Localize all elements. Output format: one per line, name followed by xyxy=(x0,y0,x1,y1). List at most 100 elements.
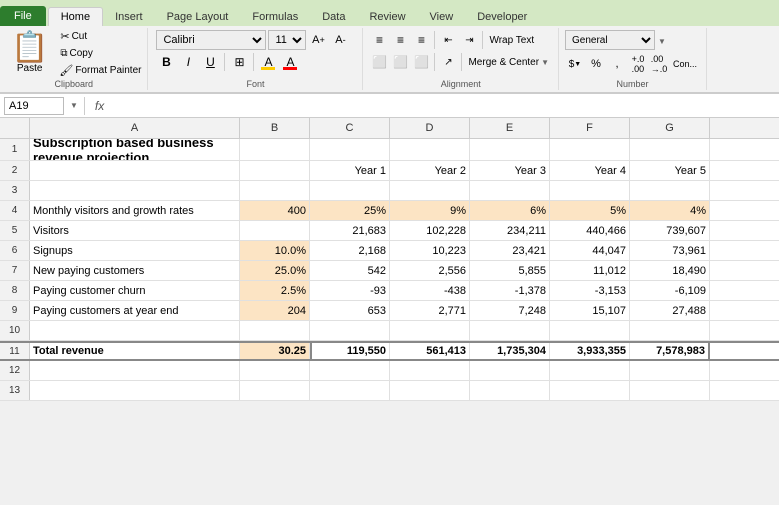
cell-c13[interactable] xyxy=(310,381,390,400)
merge-center-button[interactable]: Merge & Center ▼ xyxy=(465,56,552,69)
cell-d13[interactable] xyxy=(390,381,470,400)
cell-d4[interactable]: 9% xyxy=(390,201,470,220)
copy-button[interactable]: ⧉ Copy xyxy=(57,47,143,60)
cell-a3[interactable] xyxy=(30,181,240,200)
decrease-decimal-button[interactable]: +.0.00 xyxy=(628,54,648,74)
cell-b7[interactable]: 25.0% xyxy=(240,261,310,280)
cell-e10[interactable] xyxy=(470,321,550,340)
font-size-select[interactable]: 11 xyxy=(268,30,306,50)
cell-c11[interactable]: 119,550 xyxy=(310,343,390,359)
decrease-font-button[interactable]: A- xyxy=(330,30,350,50)
cell-c12[interactable] xyxy=(310,361,390,380)
cell-g12[interactable] xyxy=(630,361,710,380)
cell-f8[interactable]: -3,153 xyxy=(550,281,630,300)
cell-d6[interactable]: 10,223 xyxy=(390,241,470,260)
tab-home[interactable]: Home xyxy=(48,7,103,26)
cell-f3[interactable] xyxy=(550,181,630,200)
cell-f7[interactable]: 11,012 xyxy=(550,261,630,280)
cell-e5[interactable]: 234,211 xyxy=(470,221,550,240)
cell-e7[interactable]: 5,855 xyxy=(470,261,550,280)
tab-view[interactable]: View xyxy=(418,8,466,26)
cell-f6[interactable]: 44,047 xyxy=(550,241,630,260)
tab-file[interactable]: File xyxy=(0,6,46,26)
bold-button[interactable]: B xyxy=(156,52,176,72)
cell-g10[interactable] xyxy=(630,321,710,340)
cell-reference-box[interactable]: A19 xyxy=(4,97,64,115)
cell-g7[interactable]: 18,490 xyxy=(630,261,710,280)
align-top-center-button[interactable]: ≡ xyxy=(390,30,410,50)
cell-b10[interactable] xyxy=(240,321,310,340)
fill-color-button[interactable]: A xyxy=(258,52,278,72)
orientation-button[interactable]: ↗ xyxy=(438,52,458,72)
cell-a10[interactable] xyxy=(30,321,240,340)
cell-b1[interactable] xyxy=(240,139,310,160)
cell-e11[interactable]: 1,735,304 xyxy=(470,343,550,359)
percent-button[interactable]: % xyxy=(586,54,606,74)
cell-e9[interactable]: 7,248 xyxy=(470,301,550,320)
cell-a4[interactable]: Monthly visitors and growth rates xyxy=(30,201,240,220)
cell-b9[interactable]: 204 xyxy=(240,301,310,320)
cell-ref-dropdown-icon[interactable]: ▼ xyxy=(70,101,78,110)
cell-g6[interactable]: 73,961 xyxy=(630,241,710,260)
tab-review[interactable]: Review xyxy=(357,8,417,26)
cell-c1[interactable] xyxy=(310,139,390,160)
cell-d10[interactable] xyxy=(390,321,470,340)
cell-d1[interactable] xyxy=(390,139,470,160)
italic-button[interactable]: I xyxy=(178,52,198,72)
col-header-f[interactable]: F xyxy=(550,118,630,138)
wrap-text-button[interactable]: Wrap Text xyxy=(486,34,537,47)
comma-button[interactable]: , xyxy=(607,54,627,74)
cell-g4[interactable]: 4% xyxy=(630,201,710,220)
cell-d8[interactable]: -438 xyxy=(390,281,470,300)
cell-d5[interactable]: 102,228 xyxy=(390,221,470,240)
col-header-g[interactable]: G xyxy=(630,118,710,138)
cell-b12[interactable] xyxy=(240,361,310,380)
cell-b3[interactable] xyxy=(240,181,310,200)
cell-d2[interactable]: Year 2 xyxy=(390,161,470,180)
cell-a2[interactable] xyxy=(30,161,240,180)
paste-button[interactable]: 📋 Paste xyxy=(4,30,55,76)
cell-g13[interactable] xyxy=(630,381,710,400)
cell-b5[interactable] xyxy=(240,221,310,240)
cell-e12[interactable] xyxy=(470,361,550,380)
cell-g8[interactable]: -6,109 xyxy=(630,281,710,300)
tab-page-layout[interactable]: Page Layout xyxy=(155,8,241,26)
cell-f10[interactable] xyxy=(550,321,630,340)
cell-f4[interactable]: 5% xyxy=(550,201,630,220)
cell-c5[interactable]: 21,683 xyxy=(310,221,390,240)
cell-c6[interactable]: 2,168 xyxy=(310,241,390,260)
cell-g5[interactable]: 739,607 xyxy=(630,221,710,240)
cell-f9[interactable]: 15,107 xyxy=(550,301,630,320)
align-center-button[interactable]: ⬜ xyxy=(390,52,410,72)
cell-g11[interactable]: 7,578,983 xyxy=(630,343,710,359)
cut-button[interactable]: ✂ Cut xyxy=(57,29,143,44)
cell-b11[interactable]: 30.25 xyxy=(240,343,310,359)
tab-developer[interactable]: Developer xyxy=(465,8,539,26)
cell-a6[interactable]: Signups xyxy=(30,241,240,260)
formula-input[interactable] xyxy=(112,100,775,112)
cell-d7[interactable]: 2,556 xyxy=(390,261,470,280)
cell-a5[interactable]: Visitors xyxy=(30,221,240,240)
indent-decrease-button[interactable]: ⇤ xyxy=(438,30,458,50)
cell-e13[interactable] xyxy=(470,381,550,400)
cell-g3[interactable] xyxy=(630,181,710,200)
increase-font-button[interactable]: A+ xyxy=(308,30,328,50)
increase-decimal-button[interactable]: .00→.0 xyxy=(649,54,669,74)
cell-c4[interactable]: 25% xyxy=(310,201,390,220)
cell-f1[interactable] xyxy=(550,139,630,160)
cell-a7[interactable]: New paying customers xyxy=(30,261,240,280)
font-color-button[interactable]: A xyxy=(280,52,300,72)
tab-formulas[interactable]: Formulas xyxy=(240,8,310,26)
tab-insert[interactable]: Insert xyxy=(103,8,155,26)
cell-c8[interactable]: -93 xyxy=(310,281,390,300)
cell-c10[interactable] xyxy=(310,321,390,340)
currency-button[interactable]: $▼ xyxy=(565,54,585,74)
cell-a13[interactable] xyxy=(30,381,240,400)
align-right-button[interactable]: ⬜ xyxy=(411,52,431,72)
cell-e8[interactable]: -1,378 xyxy=(470,281,550,300)
cell-e4[interactable]: 6% xyxy=(470,201,550,220)
number-format-select[interactable]: General xyxy=(565,30,655,50)
cell-g9[interactable]: 27,488 xyxy=(630,301,710,320)
cell-d11[interactable]: 561,413 xyxy=(390,343,470,359)
cell-c7[interactable]: 542 xyxy=(310,261,390,280)
